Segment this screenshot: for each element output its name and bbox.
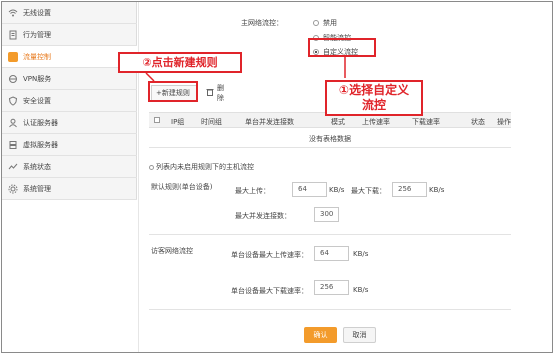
- max-conn-input[interactable]: 300: [314, 207, 339, 222]
- option-disabled[interactable]: 禁用: [313, 18, 337, 28]
- sidebar-item-traffic[interactable]: 流量控制: [2, 46, 137, 68]
- max-upload-unit: KB/s: [329, 186, 345, 194]
- col-upload: 上传速率: [362, 118, 390, 126]
- cancel-button[interactable]: 取消: [343, 327, 376, 343]
- guest-upload-label: 单台设备最大上传速率：: [231, 251, 308, 259]
- max-download-label: 最大下载：: [351, 187, 386, 195]
- col-status: 状态: [471, 118, 485, 126]
- step2-callout: ②点击新建规则: [118, 52, 242, 73]
- custom-option-highlight: [308, 38, 376, 57]
- sidebar-item-status[interactable]: 系统状态: [2, 156, 137, 178]
- table-bottom-divider: [149, 147, 511, 148]
- guest-upload-unit: KB/s: [353, 250, 369, 258]
- server-icon: [8, 140, 18, 150]
- col-ip-group: IP组: [171, 118, 185, 126]
- shield-icon: [8, 95, 18, 106]
- guest-upload-input[interactable]: 64: [314, 246, 349, 261]
- wifi-icon: [8, 8, 18, 18]
- footer-divider: [149, 309, 511, 310]
- step1-arrow: [344, 57, 346, 78]
- traffic-icon: [8, 51, 18, 62]
- sidebar-item-label: 虚拟服务器: [23, 140, 58, 149]
- table-empty-text: 没有表格数据: [309, 135, 351, 143]
- sidebar-item-label: 流量控制: [23, 52, 51, 61]
- sidebar-item-security[interactable]: 安全设置: [2, 90, 137, 112]
- sidebar-item-label: 行为管理: [23, 30, 51, 39]
- sidebar-item-label: 认证服务器: [23, 118, 58, 127]
- sidebar: 无线设置 行为管理 流量控制 VPN服务 安全设置 认证服务器 虚拟服务器 系统…: [2, 2, 137, 200]
- delete-button[interactable]: 删除: [201, 84, 235, 102]
- vpn-icon: [8, 74, 18, 84]
- sidebar-item-label: 系统状态: [23, 162, 51, 171]
- step2-arrow: [145, 72, 155, 82]
- col-conn: 单台并发连接数: [245, 118, 294, 126]
- note-line: 列表内未启用规则下的主机流控: [149, 162, 254, 172]
- sidebar-item-wireless[interactable]: 无线设置: [2, 2, 137, 24]
- sidebar-item-vpn[interactable]: VPN服务: [2, 68, 137, 90]
- default-rule-label: 默认规则(单台设备): [151, 183, 213, 191]
- status-icon: [8, 162, 18, 172]
- col-download: 下载速率: [412, 118, 440, 126]
- radio-disabled[interactable]: [313, 20, 319, 26]
- select-all-checkbox[interactable]: [154, 117, 160, 123]
- step1-callout: ①选择自定义 流控: [325, 80, 423, 116]
- col-action: 操作: [497, 118, 511, 126]
- guest-network-label: 访客网络流控: [151, 247, 193, 255]
- sidebar-item-behavior[interactable]: 行为管理: [2, 24, 137, 46]
- new-rule-highlight: [148, 81, 198, 102]
- sidebar-item-system[interactable]: 系统管理: [2, 178, 137, 200]
- trash-icon: [206, 88, 214, 98]
- sidebar-item-virtual-server[interactable]: 虚拟服务器: [2, 134, 137, 156]
- guest-download-unit: KB/s: [353, 286, 369, 294]
- sidebar-item-label: 系统管理: [23, 184, 51, 193]
- max-conn-label: 最大并发连接数：: [235, 212, 291, 220]
- sidebar-item-auth[interactable]: 认证服务器: [2, 112, 137, 134]
- max-upload-label: 最大上传：: [235, 187, 270, 195]
- sidebar-item-label: 无线设置: [23, 8, 51, 17]
- sidebar-item-label: 安全设置: [23, 96, 51, 105]
- max-download-unit: KB/s: [429, 186, 445, 194]
- sidebar-item-label: VPN服务: [23, 74, 52, 83]
- confirm-button[interactable]: 确认: [304, 327, 337, 343]
- guest-download-input[interactable]: 256: [314, 280, 349, 295]
- max-upload-input[interactable]: 64: [292, 182, 327, 197]
- col-time-group: 时间组: [201, 118, 222, 126]
- col-mode: 模式: [331, 118, 345, 126]
- user-icon: [8, 118, 18, 128]
- info-dot-icon: [149, 164, 154, 170]
- section-divider: [149, 234, 511, 235]
- gear-icon: [8, 184, 18, 194]
- flow-control-label: 主网络流控：: [241, 19, 283, 27]
- behavior-icon: [8, 30, 18, 40]
- guest-download-label: 单台设备最大下载速率：: [231, 287, 308, 295]
- max-download-input[interactable]: 256: [392, 182, 427, 197]
